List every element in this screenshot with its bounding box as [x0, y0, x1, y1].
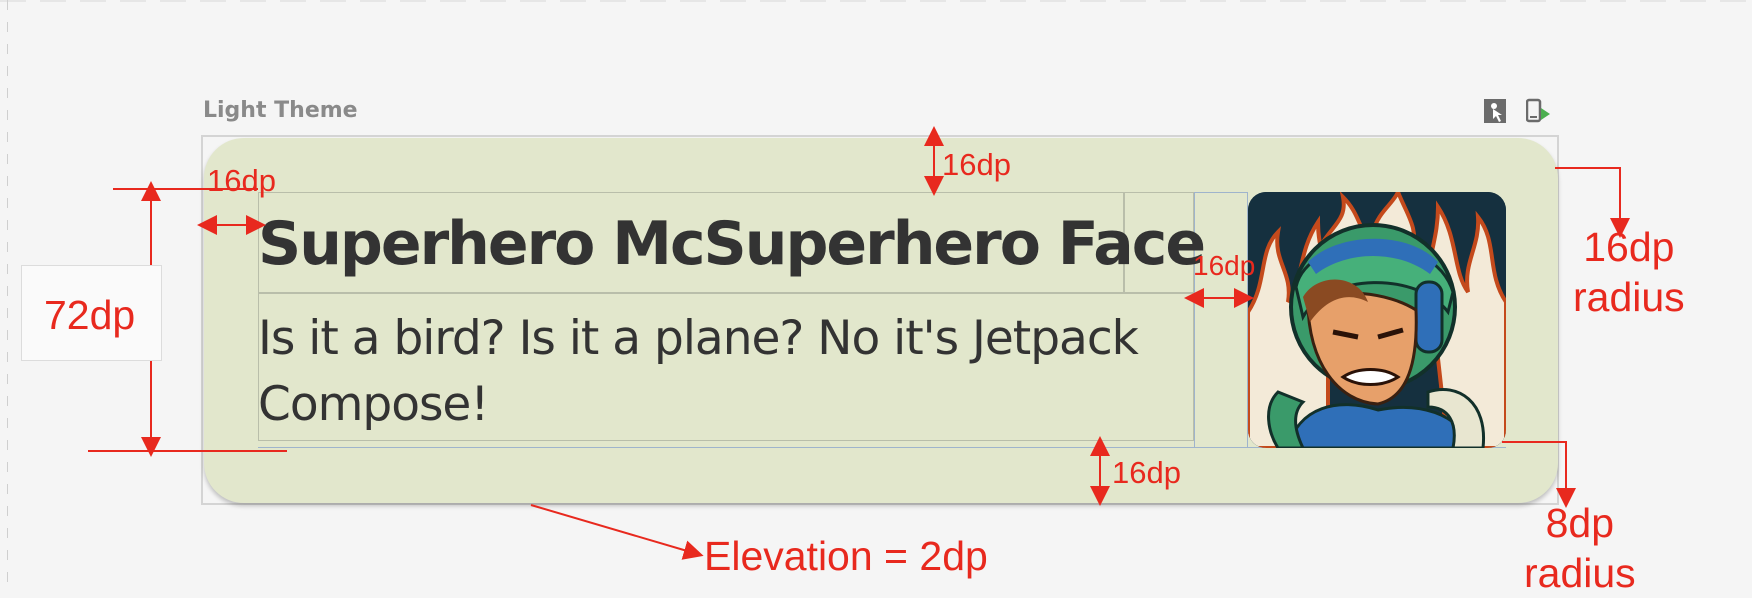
image-radius-annotation: 8dp radius — [1524, 500, 1636, 596]
annotation-overlay — [88, 126, 1630, 560]
padding-image-annotation: 16dp — [1193, 250, 1256, 281]
card-radius-annotation: 16dp radius — [1573, 224, 1685, 320]
padding-left-annotation: 16dp — [207, 163, 276, 198]
padding-bottom-annotation: 16dp — [1112, 455, 1181, 490]
height-annotation: 72dp — [44, 292, 136, 338]
elevation-annotation: Elevation = 2dp — [704, 533, 988, 579]
padding-top-annotation: 16dp — [942, 147, 1011, 182]
